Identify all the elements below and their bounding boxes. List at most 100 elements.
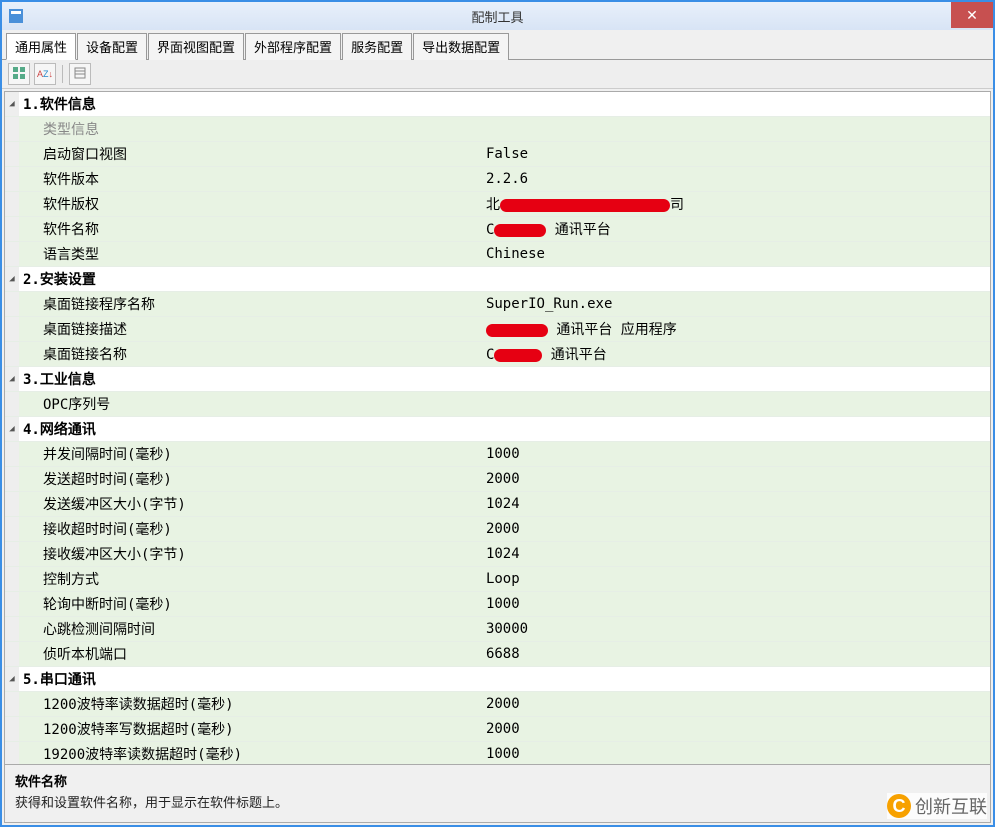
property-value[interactable]: SuperIO_Run.exe bbox=[482, 292, 990, 317]
property-value[interactable]: 1024 bbox=[482, 492, 990, 517]
property-key: 并发间隔时间(毫秒) bbox=[19, 442, 482, 467]
property-row[interactable]: 软件版权北司 bbox=[5, 192, 990, 217]
property-value[interactable]: 6688 bbox=[482, 642, 990, 667]
property-value[interactable]: 2000 bbox=[482, 692, 990, 717]
property-value[interactable]: 1000 bbox=[482, 442, 990, 467]
tab-general[interactable]: 通用属性 bbox=[6, 33, 76, 60]
property-value[interactable]: 1000 bbox=[482, 592, 990, 617]
property-row[interactable]: 语言类型Chinese bbox=[5, 242, 990, 267]
property-row[interactable]: 19200波特率读数据超时(毫秒)1000 bbox=[5, 742, 990, 766]
property-grid-scroll[interactable]: ◢1.软件信息类型信息启动窗口视图False软件版本2.2.6软件版权北司软件名… bbox=[4, 91, 991, 765]
close-icon: ✕ bbox=[966, 7, 978, 24]
collapse-icon[interactable]: ◢ bbox=[5, 417, 19, 442]
collapse-icon[interactable]: ◢ bbox=[5, 367, 19, 392]
property-row[interactable]: 接收缓冲区大小(字节)1024 bbox=[5, 542, 990, 567]
property-key: 接收超时时间(毫秒) bbox=[19, 517, 482, 542]
property-row[interactable]: 启动窗口视图False bbox=[5, 142, 990, 167]
category-title: 3.工业信息 bbox=[19, 367, 990, 392]
property-row[interactable]: 发送缓冲区大小(字节)1024 bbox=[5, 492, 990, 517]
collapse-icon[interactable]: ◢ bbox=[5, 667, 19, 692]
property-key: OPC序列号 bbox=[19, 392, 482, 417]
description-text: 获得和设置软件名称，用于显示在软件标题上。 bbox=[15, 790, 980, 811]
property-key: 侦听本机端口 bbox=[19, 642, 482, 667]
property-value[interactable]: C 通讯平台 bbox=[482, 342, 990, 367]
property-key: 接收缓冲区大小(字节) bbox=[19, 542, 482, 567]
category-header[interactable]: ◢4.网络通讯 bbox=[5, 417, 990, 442]
collapse-icon[interactable]: ◢ bbox=[5, 92, 19, 117]
property-key: 控制方式 bbox=[19, 567, 482, 592]
tab-export[interactable]: 导出数据配置 bbox=[413, 33, 509, 60]
property-key: 发送超时时间(毫秒) bbox=[19, 467, 482, 492]
property-value[interactable] bbox=[482, 392, 990, 417]
property-key: 软件版本 bbox=[19, 167, 482, 192]
category-header[interactable]: ◢3.工业信息 bbox=[5, 367, 990, 392]
property-key: 软件版权 bbox=[19, 192, 482, 217]
tab-service[interactable]: 服务配置 bbox=[342, 33, 412, 60]
redaction-mark bbox=[494, 224, 546, 237]
category-header[interactable]: ◢1.软件信息 bbox=[5, 92, 990, 117]
watermark-text: 创新互联 bbox=[915, 793, 987, 819]
property-key: 类型信息 bbox=[19, 117, 482, 142]
property-row[interactable]: 1200波特率读数据超时(毫秒)2000 bbox=[5, 692, 990, 717]
property-key: 1200波特率读数据超时(毫秒) bbox=[19, 692, 482, 717]
description-panel: 软件名称 获得和设置软件名称，用于显示在软件标题上。 bbox=[4, 765, 991, 823]
categorize-icon bbox=[12, 66, 26, 83]
watermark-logo-icon: C bbox=[887, 794, 911, 818]
property-row[interactable]: 软件版本2.2.6 bbox=[5, 167, 990, 192]
pages-button[interactable] bbox=[69, 63, 91, 85]
titlebar[interactable]: 配制工具 ✕ bbox=[2, 2, 993, 30]
property-key: 软件名称 bbox=[19, 217, 482, 242]
toolbar-separator bbox=[62, 65, 63, 83]
property-row[interactable]: 1200波特率写数据超时(毫秒)2000 bbox=[5, 717, 990, 742]
category-title: 2.安装设置 bbox=[19, 267, 990, 292]
property-row[interactable]: 类型信息 bbox=[5, 117, 990, 142]
property-row[interactable]: 控制方式Loop bbox=[5, 567, 990, 592]
property-value[interactable]: 2000 bbox=[482, 717, 990, 742]
property-value[interactable]: 30000 bbox=[482, 617, 990, 642]
category-header[interactable]: ◢5.串口通讯 bbox=[5, 667, 990, 692]
property-row[interactable]: 桌面链接名称C 通讯平台 bbox=[5, 342, 990, 367]
property-key: 轮询中断时间(毫秒) bbox=[19, 592, 482, 617]
property-value[interactable]: Loop bbox=[482, 567, 990, 592]
property-key: 桌面链接程序名称 bbox=[19, 292, 482, 317]
property-value[interactable]: C 通讯平台 bbox=[482, 217, 990, 242]
categorize-button[interactable] bbox=[8, 63, 30, 85]
collapse-icon[interactable]: ◢ bbox=[5, 267, 19, 292]
property-row[interactable]: 侦听本机端口6688 bbox=[5, 642, 990, 667]
property-value[interactable]: 2000 bbox=[482, 517, 990, 542]
property-row[interactable]: 轮询中断时间(毫秒)1000 bbox=[5, 592, 990, 617]
category-header[interactable]: ◢2.安装设置 bbox=[5, 267, 990, 292]
property-row[interactable]: 桌面链接程序名称SuperIO_Run.exe bbox=[5, 292, 990, 317]
property-key: 1200波特率写数据超时(毫秒) bbox=[19, 717, 482, 742]
property-row[interactable]: 并发间隔时间(毫秒)1000 bbox=[5, 442, 990, 467]
property-row[interactable]: 软件名称C 通讯平台 bbox=[5, 217, 990, 242]
category-title: 4.网络通讯 bbox=[19, 417, 990, 442]
property-toolbar: AZ↓ bbox=[2, 60, 993, 89]
property-value[interactable]: 北司 bbox=[482, 192, 990, 217]
property-value[interactable] bbox=[482, 117, 990, 142]
tab-view[interactable]: 界面视图配置 bbox=[148, 33, 244, 60]
property-row[interactable]: OPC序列号 bbox=[5, 392, 990, 417]
property-value[interactable]: 2000 bbox=[482, 467, 990, 492]
redaction-mark bbox=[494, 349, 542, 362]
property-value[interactable]: Chinese bbox=[482, 242, 990, 267]
sort-button[interactable]: AZ↓ bbox=[34, 63, 56, 85]
category-title: 5.串口通讯 bbox=[19, 667, 990, 692]
window-title: 配制工具 bbox=[471, 7, 523, 26]
property-value[interactable]: 通讯平台 应用程序 bbox=[482, 317, 990, 342]
property-value[interactable]: 1000 bbox=[482, 742, 990, 766]
property-value[interactable]: 2.2.6 bbox=[482, 167, 990, 192]
property-row[interactable]: 发送超时时间(毫秒)2000 bbox=[5, 467, 990, 492]
tab-device[interactable]: 设备配置 bbox=[77, 33, 147, 60]
property-key: 桌面链接名称 bbox=[19, 342, 482, 367]
tab-external[interactable]: 外部程序配置 bbox=[245, 33, 341, 60]
property-value[interactable]: False bbox=[482, 142, 990, 167]
redaction-mark bbox=[500, 199, 670, 212]
redaction-mark bbox=[486, 324, 548, 337]
property-key: 19200波特率读数据超时(毫秒) bbox=[19, 742, 482, 766]
property-value[interactable]: 1024 bbox=[482, 542, 990, 567]
close-button[interactable]: ✕ bbox=[951, 2, 993, 28]
property-row[interactable]: 心跳检测间隔时间30000 bbox=[5, 617, 990, 642]
property-row[interactable]: 桌面链接描述 通讯平台 应用程序 bbox=[5, 317, 990, 342]
property-row[interactable]: 接收超时时间(毫秒)2000 bbox=[5, 517, 990, 542]
